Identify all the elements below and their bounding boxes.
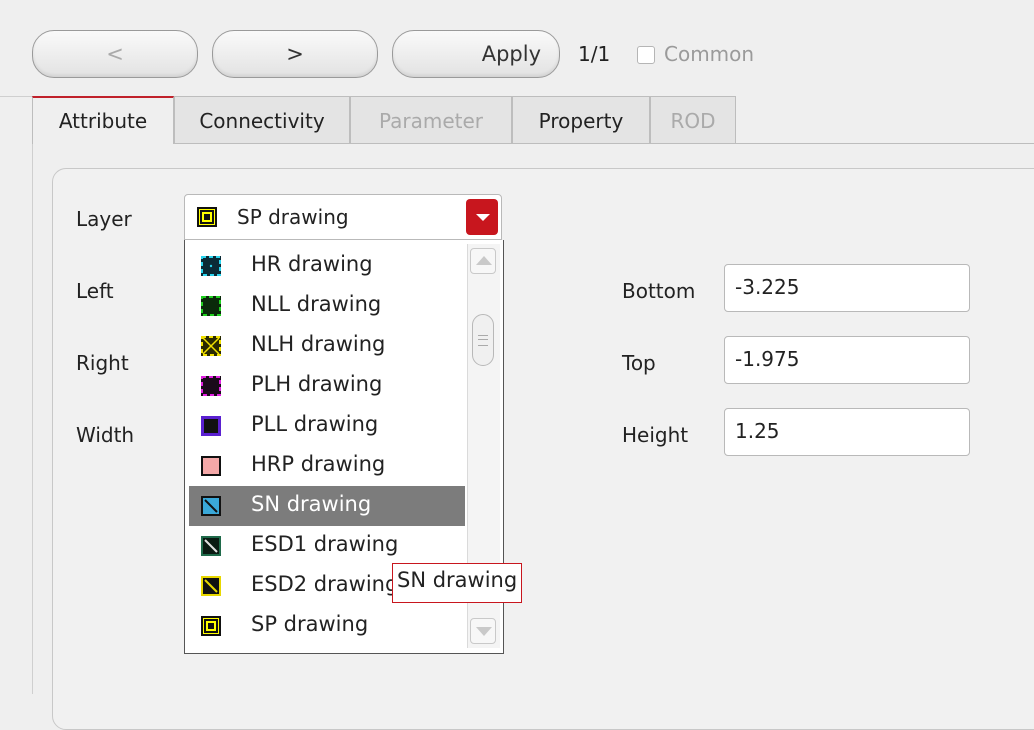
tab-bar-baseline (174, 143, 1034, 144)
item-tooltip: SN drawing (392, 563, 523, 603)
side-panel-top-border (0, 96, 33, 97)
list-item[interactable]: HRP drawing (189, 446, 465, 486)
list-item-label: HRP drawing (251, 452, 386, 476)
height-label: Height (622, 423, 689, 447)
side-panel-border (32, 96, 33, 694)
list-item-label: HR drawing (251, 252, 373, 276)
layer-combobox-value: SP drawing (237, 205, 349, 229)
bottom-field[interactable]: -3.225 (724, 264, 970, 312)
apply-button[interactable]: Apply (392, 30, 560, 78)
list-item-label: PLH drawing (251, 372, 383, 396)
chevron-down-icon[interactable] (466, 199, 498, 235)
sp-swatch-icon (197, 207, 217, 227)
scroll-down-icon[interactable] (470, 618, 496, 644)
esd2-swatch-icon (201, 576, 221, 596)
next-button[interactable]: > (212, 30, 378, 78)
list-item-label: NLH drawing (251, 332, 386, 356)
layer-label: Layer (76, 207, 132, 231)
tab-attribute[interactable]: Attribute (32, 96, 174, 144)
list-item-label: PLL drawing (251, 412, 379, 436)
list-item[interactable]: NLL drawing (189, 286, 465, 326)
top-label: Top (622, 351, 656, 375)
list-item-selected[interactable]: SN drawing (189, 486, 465, 526)
hr-swatch-icon (201, 256, 221, 276)
list-item[interactable]: NLH drawing (189, 326, 465, 366)
list-item-label: SN drawing (251, 492, 372, 516)
pll-swatch-icon (201, 416, 221, 436)
tab-property[interactable]: Property (512, 96, 650, 144)
layer-combobox[interactable]: SP drawing (184, 194, 502, 240)
tab-rod[interactable]: ROD (650, 96, 736, 144)
list-item-label: SP drawing (251, 612, 369, 636)
list-item-label: NLL drawing (251, 292, 382, 316)
list-item[interactable]: PLH drawing (189, 366, 465, 406)
common-checkbox[interactable] (637, 46, 655, 64)
nll-swatch-icon (201, 296, 221, 316)
esd1-swatch-icon (201, 536, 221, 556)
sp-swatch-icon (201, 616, 221, 636)
tab-connectivity[interactable]: Connectivity (174, 96, 350, 144)
left-label: Left (76, 279, 114, 303)
scrollbar-thumb[interactable] (472, 314, 494, 366)
scroll-up-icon[interactable] (470, 248, 496, 274)
tab-parameter[interactable]: Parameter (350, 96, 512, 144)
top-field[interactable]: -1.975 (724, 336, 970, 384)
record-counter: 1/1 (578, 42, 611, 66)
list-item[interactable]: PLL drawing (189, 406, 465, 446)
list-item-label: ESD1 drawing (251, 532, 399, 556)
hrp-swatch-icon (201, 456, 221, 476)
list-item[interactable]: ESD1 drawing (189, 526, 465, 566)
right-label: Right (76, 351, 129, 375)
bottom-label: Bottom (622, 279, 696, 303)
common-checkbox-label: Common (664, 42, 755, 66)
list-item[interactable]: SP drawing (189, 606, 465, 646)
sn-swatch-icon (201, 496, 221, 516)
nlh-swatch-icon (201, 336, 221, 356)
plh-swatch-icon (201, 376, 221, 396)
list-item-label: ESD2 drawing (251, 572, 399, 596)
height-field[interactable]: 1.25 (724, 408, 970, 456)
list-item[interactable]: HR drawing (189, 246, 465, 286)
width-label: Width (76, 423, 135, 447)
prev-button[interactable]: < (32, 30, 198, 78)
